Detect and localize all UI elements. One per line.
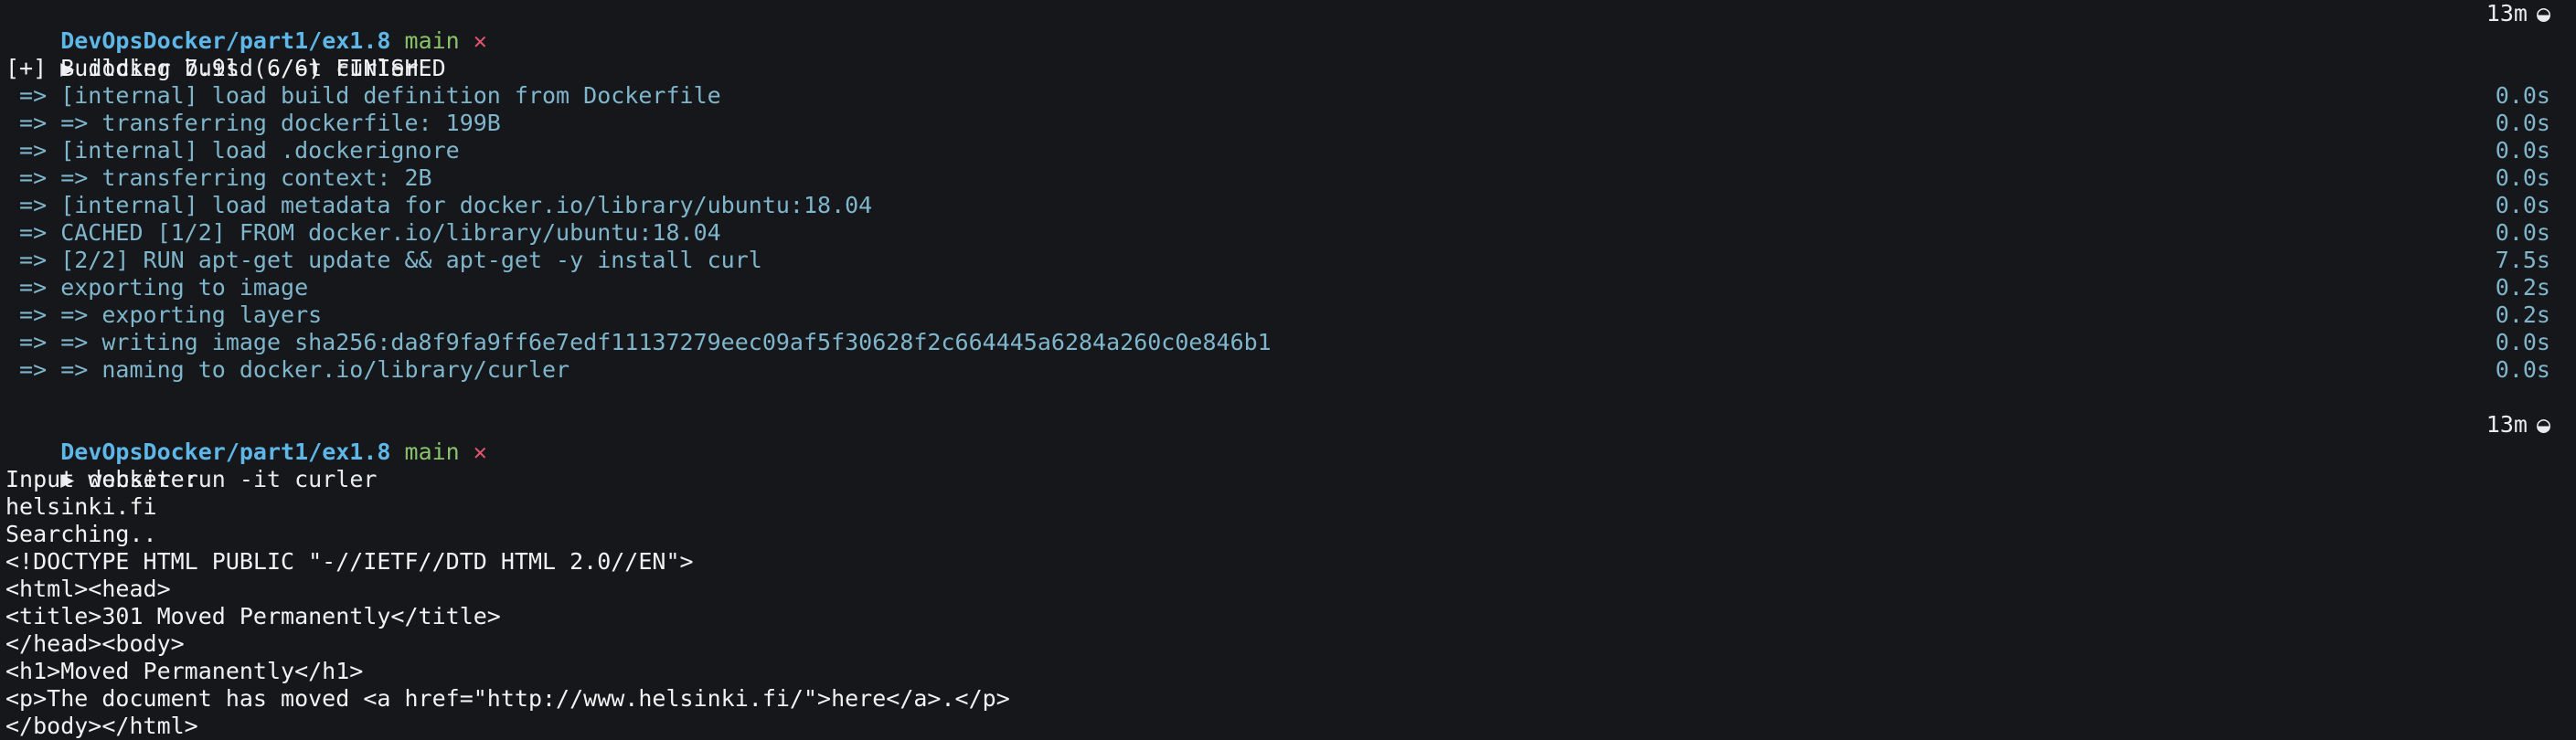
output-line: <title>301 Moved Permanently</title> [5, 603, 501, 629]
build-step-line: => exporting to image 0.2s [5, 274, 2550, 301]
output-line: <h1>Moved Permanently</h1> [5, 658, 364, 684]
build-step-line: => => naming to docker.io/library/curler… [5, 356, 2550, 383]
prompt-line: DevOpsDocker/part1/ex1.8 main ✕ 13m ◒ [0, 0, 2576, 54]
build-status-line: [+] Building 7.9s (6/6) FINISHED [5, 55, 446, 81]
command-line: ▶ docker run -it curler [0, 439, 2576, 492]
build-step-line: => [internal] load build definition from… [5, 82, 2550, 109]
step-duration: 7.5s [2495, 247, 2550, 273]
output-line: </body></html> [5, 713, 198, 739]
output-line: Input website: [5, 466, 198, 492]
output-line: <p>The document has moved <a href="http:… [5, 685, 1010, 712]
output-line: <!DOCTYPE HTML PUBLIC "-//IETF//DTD HTML… [5, 548, 694, 575]
clock-icon: ◒ [2536, 0, 2550, 26]
output-line: </head><body> [5, 630, 185, 657]
elapsed-time: 13m ◒ [2486, 411, 2550, 438]
step-duration: 0.0s [2495, 164, 2550, 191]
output-line: Searching.. [5, 521, 157, 547]
elapsed-time: 13m ◒ [2486, 0, 2550, 26]
step-duration: 0.2s [2495, 274, 2550, 301]
build-step-line: => [internal] load .dockerignore 0.0s [5, 137, 2550, 164]
build-step-line: => => transferring dockerfile: 199B 0.0s [5, 110, 2550, 136]
output-line: <html><head> [5, 576, 171, 602]
step-duration: 0.0s [2495, 110, 2550, 136]
step-duration: 0.0s [2495, 137, 2550, 164]
clock-icon: ◒ [2536, 411, 2550, 438]
command-line: ▶ docker build . -t curler [0, 27, 2576, 81]
terminal-window[interactable]: DevOpsDocker/part1/ex1.8 main ✕ 13m ◒ ▶ d… [0, 0, 2576, 740]
build-step-line: => => writing image sha256:da8f9fa9ff6e7… [5, 329, 2550, 355]
step-duration: 0.2s [2495, 301, 2550, 328]
build-step-line: => [2/2] RUN apt-get update && apt-get -… [5, 247, 2550, 273]
build-step-line: => CACHED [1/2] FROM docker.io/library/u… [5, 219, 2550, 246]
output-line: helsinki.fi [5, 493, 157, 520]
step-duration: 0.0s [2495, 192, 2550, 218]
step-duration: 0.0s [2495, 82, 2550, 109]
step-duration: 0.0s [2495, 219, 2550, 246]
step-duration: 0.0s [2495, 356, 2550, 383]
build-step-line: => => transferring context: 2B 0.0s [5, 164, 2550, 191]
build-step-line: => => exporting layers 0.2s [5, 301, 2550, 328]
prompt-line: DevOpsDocker/part1/ex1.8 main ✕ 13m ◒ [0, 411, 2576, 465]
build-step-line: => [internal] load metadata for docker.i… [5, 192, 2550, 218]
step-duration: 0.0s [2495, 329, 2550, 355]
